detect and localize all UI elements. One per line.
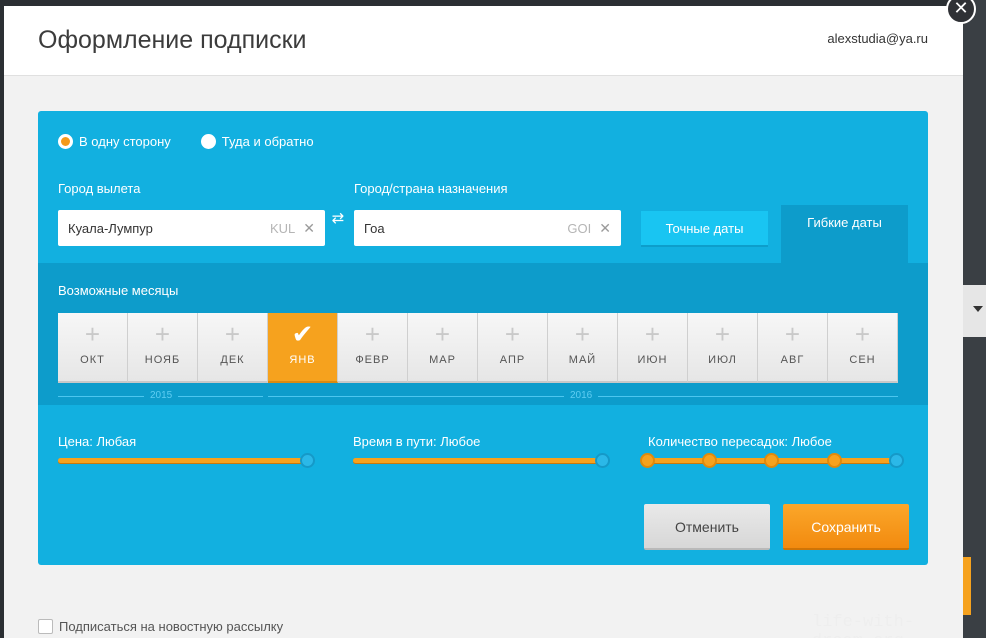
destination-value: Гоа (364, 220, 385, 236)
price-slider-track[interactable] (58, 458, 312, 463)
duration-label: Время в пути: Любое (353, 434, 481, 449)
month-name: ИЮН (637, 354, 668, 366)
checkmark-icon: ✔ (291, 319, 314, 349)
stops-step-handle[interactable] (827, 453, 842, 468)
month-picker: + ОКТ + НОЯБ + ДЕК ✔ ЯНВ + ФЕВР + МАР + АПР + МА… (58, 313, 898, 383)
radio-checked-icon (58, 134, 73, 149)
price-slider-handle[interactable] (300, 453, 315, 468)
origin-field[interactable]: Куала-Лумпур KUL ✕ (58, 210, 325, 246)
stops-label: Количество пересадок: Любое (648, 434, 832, 449)
month-mar[interactable]: + МАР (408, 313, 478, 383)
month-oct[interactable]: + ОКТ (58, 313, 128, 383)
origin-label: Город вылета (58, 181, 141, 196)
month-feb[interactable]: + ФЕВР (338, 313, 408, 383)
plus-icon: + (784, 319, 801, 349)
year-label: 2015 (144, 390, 179, 401)
month-nov[interactable]: + НОЯБ (128, 313, 198, 383)
search-panel: В одну сторону Туда и обратно Город выле… (38, 111, 928, 565)
clear-origin-icon[interactable]: ✕ (303, 220, 315, 237)
stops-step-handle[interactable] (640, 453, 655, 468)
radio-unchecked-icon (200, 134, 216, 149)
radio-label: В одну сторону (79, 134, 171, 149)
months-section: Возможные месяцы + ОКТ + НОЯБ + ДЕК ✔ ЯНВ + Ф… (38, 263, 928, 405)
plus-icon: + (154, 319, 171, 349)
month-name: АВГ (780, 354, 805, 366)
plus-icon: + (224, 319, 241, 349)
radio-label: Туда и обратно (221, 134, 314, 149)
month-name: СЕН (849, 354, 876, 366)
year-label: 2016 (564, 390, 599, 401)
month-name: МАР (429, 354, 456, 366)
month-aug[interactable]: + АВГ (758, 313, 828, 383)
backdrop-chevron-icon (973, 306, 983, 312)
user-email: alexstudia@ya.ru (827, 31, 928, 46)
flexible-dates-tab[interactable]: Гибкие даты (781, 205, 908, 263)
radio-one-way[interactable]: В одну сторону (58, 134, 171, 149)
month-dec[interactable]: + ДЕК (198, 313, 268, 383)
modal-header: Оформление подписки alexstudia@ya.ru (4, 6, 963, 76)
plus-icon: + (504, 319, 521, 349)
duration-slider-handle[interactable] (595, 453, 610, 468)
newsletter-checkbox[interactable]: Подписаться на новостную рассылку (38, 619, 283, 634)
month-name: АПР (499, 354, 526, 366)
plus-icon: + (644, 319, 661, 349)
exact-dates-button[interactable]: Точные даты (641, 211, 768, 247)
month-name: МАЙ (568, 354, 597, 366)
subscription-modal: Оформление подписки alexstudia@ya.ru В о… (4, 6, 963, 638)
stops-step-handle[interactable] (764, 453, 779, 468)
swap-icon[interactable]: ⇄ (331, 211, 345, 226)
save-button[interactable]: Сохранить (783, 504, 909, 550)
destination-field[interactable]: Гоа GOI ✕ (354, 210, 621, 246)
destination-label: Город/страна назначения (354, 181, 508, 196)
month-name: ДЕК (220, 354, 245, 366)
destination-code: GOI (567, 220, 592, 236)
plus-icon: + (574, 319, 591, 349)
month-sep[interactable]: + СЕН (828, 313, 898, 383)
newsletter-label: Подписаться на новостную рассылку (59, 619, 284, 634)
month-jun[interactable]: + ИЮН (618, 313, 688, 383)
checkbox-icon (38, 619, 53, 634)
clear-destination-icon[interactable]: ✕ (599, 220, 611, 237)
month-name: ИЮЛ (708, 354, 737, 366)
plus-icon: + (84, 319, 101, 349)
origin-code: KUL (269, 220, 296, 236)
modal-title: Оформление подписки (38, 26, 307, 54)
plus-icon: + (714, 319, 731, 349)
month-name: ОКТ (80, 354, 105, 366)
months-label: Возможные месяцы (58, 283, 179, 298)
backdrop-accent (963, 557, 971, 615)
month-may[interactable]: + МАЙ (548, 313, 618, 383)
price-label: Цена: Любая (58, 434, 137, 449)
plus-icon: + (364, 319, 381, 349)
watermark: life-with-dream.org (812, 613, 915, 638)
cancel-button[interactable]: Отменить (644, 504, 770, 550)
stops-step-handle[interactable] (702, 453, 717, 468)
trip-type-group: В одну сторону Туда и обратно (58, 134, 314, 149)
plus-icon: + (434, 319, 451, 349)
month-name: НОЯБ (144, 354, 181, 366)
month-name: ЯНВ (289, 354, 316, 366)
month-jan[interactable]: ✔ ЯНВ (268, 313, 338, 383)
duration-slider-track[interactable] (353, 458, 607, 463)
month-jul[interactable]: + ИЮЛ (688, 313, 758, 383)
month-apr[interactable]: + АПР (478, 313, 548, 383)
plus-icon: + (854, 319, 871, 349)
radio-round-trip[interactable]: Туда и обратно (200, 134, 314, 149)
origin-value: Куала-Лумпур (68, 220, 153, 236)
stops-slider-handle[interactable] (889, 453, 904, 468)
month-name: ФЕВР (355, 354, 390, 366)
